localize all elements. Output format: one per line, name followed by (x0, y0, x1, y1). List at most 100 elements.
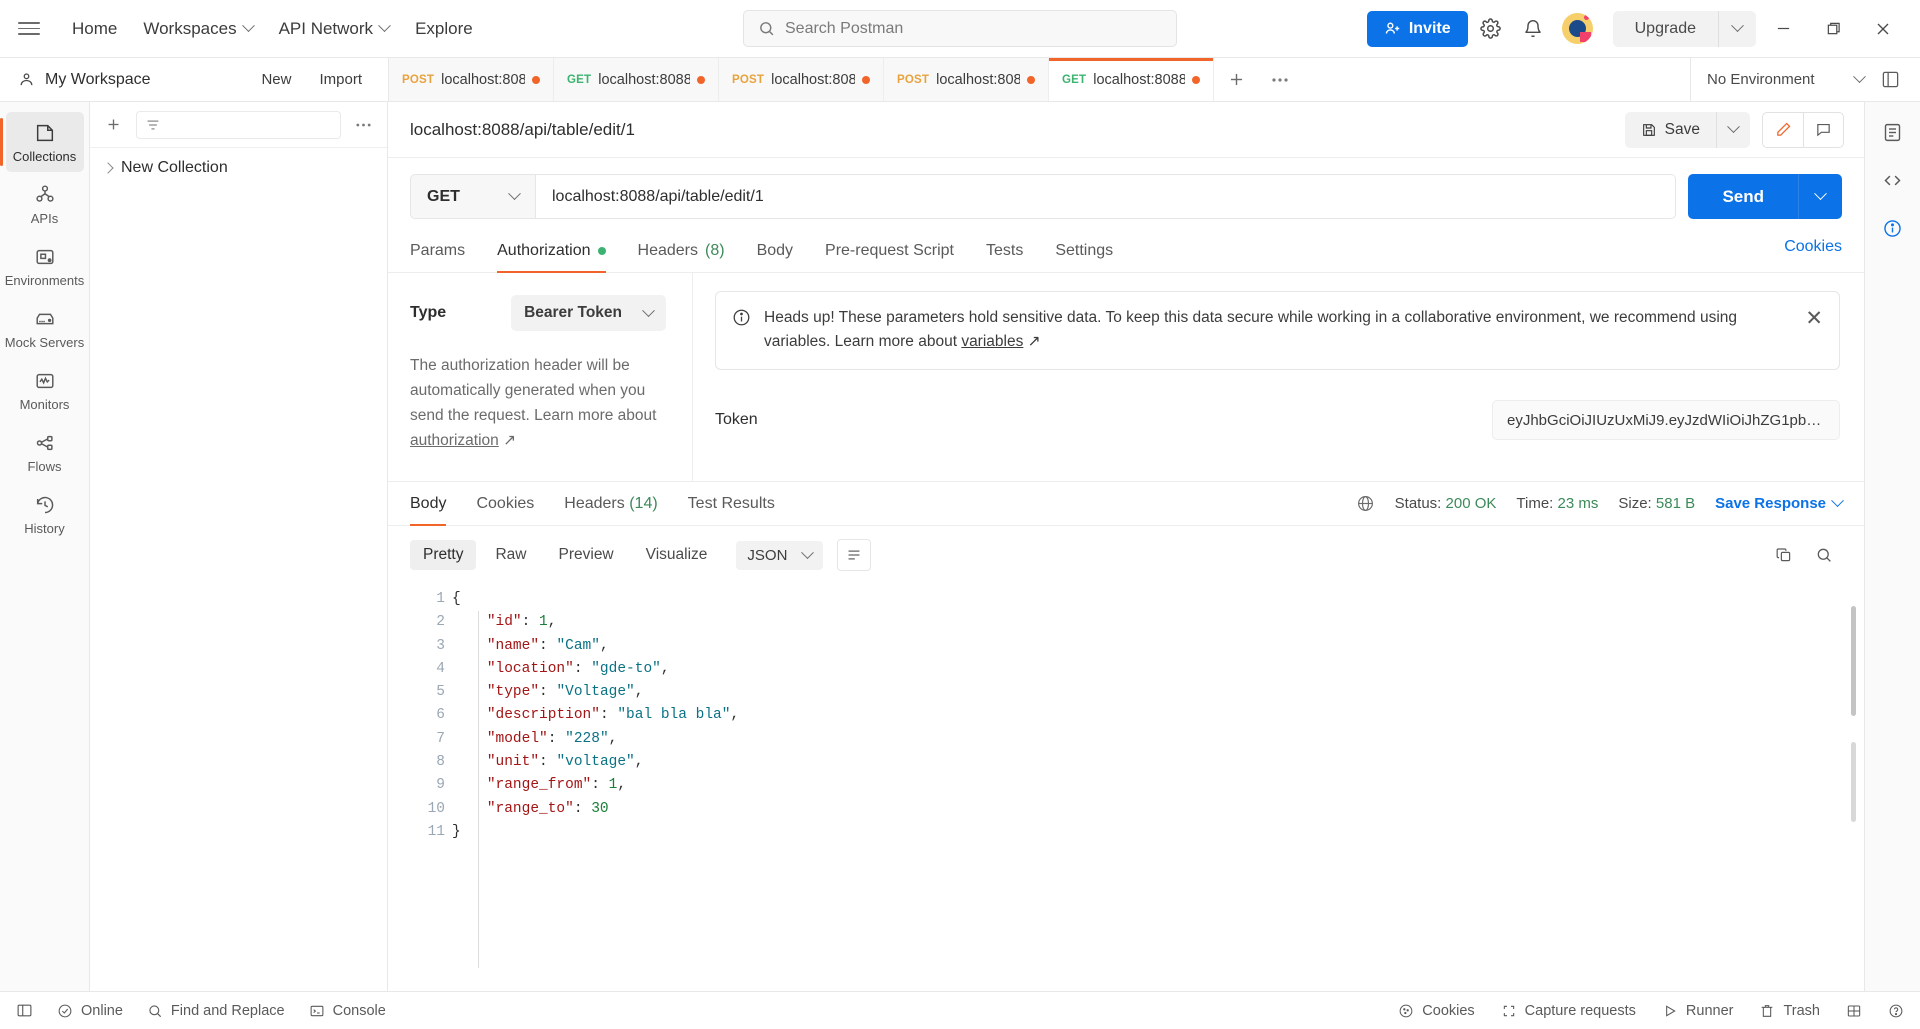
layout-button[interactable] (1846, 1003, 1862, 1019)
documentation-button[interactable] (1873, 112, 1913, 152)
request-tab[interactable]: POST localhost:8088/api/ (389, 58, 554, 101)
hamburger-icon[interactable] (18, 18, 40, 40)
code-token: : (539, 637, 557, 654)
language-selector[interactable]: JSON (736, 540, 824, 570)
fold-guide (478, 611, 479, 968)
nav-item-workspaces[interactable]: Workspaces (133, 13, 262, 45)
nav-item-explore[interactable]: Explore (405, 13, 483, 45)
request-tab[interactable]: GET localhost:8088/api/ta (554, 58, 719, 101)
save-dropdown-button[interactable] (1716, 111, 1750, 148)
comment-button[interactable] (1803, 112, 1843, 147)
runner-button[interactable]: Runner (1662, 1003, 1733, 1019)
language-value: JSON (747, 546, 788, 564)
token-value: eyJhbGciOiJIUzUxMiJ9.eyJzdWIiOiJhZG1pb… (1507, 411, 1822, 429)
auth-type-row: Type Bearer Token (410, 295, 666, 331)
line-number-gutter: 1 2 3 4 5 6 7 8 9 10 11 (410, 582, 452, 991)
code-lines[interactable]: { "id": 1, "name": "Cam", "location": "g… (452, 582, 1864, 991)
wrap-lines-button[interactable] (837, 539, 872, 571)
sidebar-item-apis[interactable]: APIs (6, 174, 84, 234)
chevron-down-icon[interactable] (1853, 70, 1866, 84)
new-tab-button[interactable] (1214, 58, 1258, 101)
save-button[interactable]: Save (1625, 112, 1716, 148)
url-input[interactable]: localhost:8088/api/table/edit/1 (536, 175, 1676, 218)
add-collection-button[interactable] (98, 110, 128, 140)
new-button[interactable]: New (249, 65, 303, 94)
environment-selector[interactable]: No Environment (1707, 71, 1847, 88)
request-tab[interactable]: POST localhost:8088/api/ (884, 58, 1049, 101)
auth-type-selector[interactable]: Bearer Token (511, 295, 666, 331)
tab-headers[interactable]: Headers (8) (638, 233, 725, 272)
close-icon[interactable]: ✕ (1805, 306, 1823, 329)
search-input[interactable]: Search Postman (743, 10, 1177, 47)
code-snippet-button[interactable] (1873, 160, 1913, 200)
sidebar-item-flows[interactable]: Flows (6, 422, 84, 482)
avatar[interactable] (1561, 13, 1593, 44)
filter-input[interactable] (136, 110, 341, 139)
tab-name: localhost:8088/api/ (771, 71, 855, 88)
upgrade-dropdown-button[interactable] (1719, 11, 1756, 47)
find-and-replace-button[interactable]: Find and Replace (147, 1003, 285, 1019)
nav-item-api-network[interactable]: API Network (269, 13, 399, 45)
capture-requests-button[interactable]: Capture requests (1501, 1003, 1636, 1019)
variables-link[interactable]: variables (961, 333, 1023, 350)
tab-pre-request-script[interactable]: Pre-request Script (825, 233, 954, 272)
send-button[interactable]: Send (1688, 174, 1798, 219)
environment-quick-look-button[interactable] (1872, 62, 1908, 98)
cookies-button[interactable]: Cookies (1398, 1003, 1475, 1019)
tab-tests[interactable]: Tests (986, 233, 1023, 272)
edit-button[interactable] (1763, 113, 1803, 147)
request-tab-active[interactable]: GET localhost:8088/api/ta (1049, 58, 1214, 101)
minimize-button[interactable] (1760, 9, 1806, 49)
tab-label: Pre-request Script (825, 242, 954, 259)
tab-authorization[interactable]: Authorization (497, 233, 606, 273)
sidebar-item-environments[interactable]: Environments (5, 236, 84, 296)
close-button[interactable] (1860, 9, 1906, 49)
online-status[interactable]: Online (57, 1003, 123, 1019)
console-button[interactable]: Console (309, 1003, 386, 1019)
sidebar-item-monitors[interactable]: Monitors (6, 360, 84, 420)
info-button[interactable] (1873, 208, 1913, 248)
nav-item-home[interactable]: Home (62, 13, 127, 45)
tab-settings[interactable]: Settings (1055, 233, 1113, 272)
sidebar-item-mock-servers[interactable]: Mock Servers (5, 298, 84, 358)
request-tab[interactable]: POST localhost:8088/api/ (719, 58, 884, 101)
collection-item[interactable]: New Collection (90, 148, 387, 188)
token-input[interactable]: eyJhbGciOiJIUzUxMiJ9.eyJzdWIiOiJhZG1pb… (1492, 400, 1840, 441)
send-options-button[interactable] (1798, 174, 1842, 219)
code-token: "type" (486, 684, 540, 701)
response-tab-cookies[interactable]: Cookies (476, 482, 534, 525)
import-button[interactable]: Import (307, 65, 374, 94)
notifications-button[interactable] (1514, 10, 1552, 48)
authorization-learn-more-link[interactable]: authorization (410, 432, 499, 449)
response-body-code: 1 2 3 4 5 6 7 8 9 10 11 { "id": 1, "name… (388, 582, 1864, 991)
response-tab-body[interactable]: Body (410, 482, 447, 526)
search-body-button[interactable] (1806, 538, 1842, 572)
tab-params[interactable]: Params (410, 233, 465, 272)
format-raw-button[interactable]: Raw (482, 540, 539, 570)
vertical-scrollbar[interactable] (1851, 606, 1856, 716)
response-tab-headers[interactable]: Headers (14) (564, 482, 657, 525)
sidebar-item-history[interactable]: History (6, 484, 84, 544)
maximize-button[interactable] (1810, 9, 1856, 49)
settings-button[interactable] (1472, 10, 1510, 48)
trash-button[interactable]: Trash (1759, 1003, 1820, 1019)
collections-more-button[interactable] (349, 111, 377, 139)
method-selector[interactable]: GET (411, 175, 536, 218)
response-tab-test-results[interactable]: Test Results (688, 482, 775, 525)
save-response-button[interactable]: Save Response (1715, 494, 1844, 512)
vertical-scrollbar-track[interactable] (1851, 742, 1856, 822)
capture-icon (1503, 1005, 1514, 1016)
sidebar-toggle-button[interactable] (16, 1002, 33, 1019)
sidebar-item-collections[interactable]: Collections (0, 112, 84, 172)
help-button[interactable] (1888, 1003, 1904, 1019)
cookies-link[interactable]: Cookies (1784, 238, 1842, 268)
format-preview-button[interactable]: Preview (546, 540, 627, 570)
tab-body[interactable]: Body (757, 233, 793, 272)
copy-button[interactable] (1766, 538, 1802, 572)
format-pretty-button[interactable]: Pretty (410, 540, 477, 570)
invite-button[interactable]: Invite (1366, 10, 1468, 47)
upgrade-button[interactable]: Upgrade (1613, 11, 1718, 47)
format-visualize-button[interactable]: Visualize (633, 540, 721, 570)
tab-options-button[interactable] (1258, 58, 1302, 101)
chevron-right-icon[interactable] (102, 162, 114, 174)
